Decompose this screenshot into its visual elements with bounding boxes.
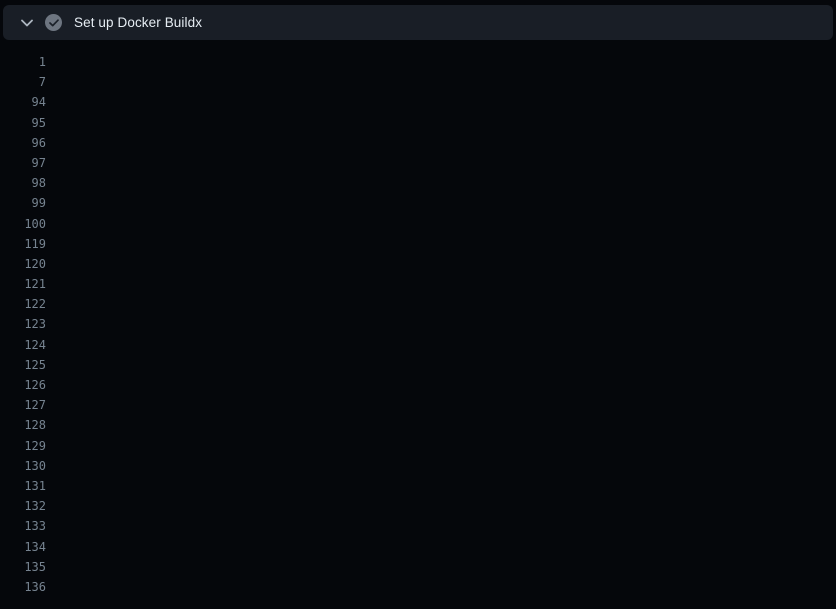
line-number[interactable]: 134	[0, 537, 46, 557]
line-number[interactable]: 95	[0, 113, 46, 133]
log-line: 134}	[0, 537, 836, 557]
line-number[interactable]: 135	[0, 557, 46, 577]
log-group-row[interactable]: 1▶Run ./	[0, 52, 836, 72]
log-viewer: 1▶Run ./ 7▶Docker info 94▼Buildx version…	[0, 40, 836, 597]
log-line: 131 "name": "builder-d9cfb5a1-c764-445a-…	[0, 476, 836, 496]
line-number[interactable]: 132	[0, 496, 46, 516]
line-number[interactable]: 136	[0, 577, 46, 597]
chevron-down-icon[interactable]	[21, 19, 33, 27]
log-line: 129 }	[0, 436, 836, 456]
line-number[interactable]: 126	[0, 375, 46, 395]
log-line: 120{	[0, 254, 836, 274]
line-number[interactable]: 120	[0, 254, 46, 274]
line-number[interactable]: 129	[0, 436, 46, 456]
check-circle-icon	[45, 14, 62, 31]
line-number[interactable]: 122	[0, 294, 46, 314]
log-line: 98/usr/bin/docker buildx create --name b…	[0, 173, 836, 193]
line-number[interactable]: 1	[0, 52, 46, 72]
line-number[interactable]: 123	[0, 314, 46, 334]
line-number[interactable]: 124	[0, 335, 46, 355]
line-number[interactable]: 99	[0, 193, 46, 213]
log-group-row[interactable]: 94▼Buildx version	[0, 92, 836, 112]
line-number[interactable]: 94	[0, 92, 46, 112]
step-title: Set up Docker Buildx	[74, 15, 202, 30]
log-group-row[interactable]: 7▶Docker info	[0, 72, 836, 92]
log-line: 130 ],	[0, 456, 836, 476]
log-line: 123 "name": "builder-d9cfb5a1-c764-445a-…	[0, 314, 836, 334]
line-number[interactable]: 121	[0, 274, 46, 294]
line-number[interactable]: 100	[0, 214, 46, 234]
line-number[interactable]: 119	[0, 234, 46, 254]
step-header[interactable]: Set up Docker Buildx	[3, 5, 833, 40]
line-number[interactable]: 7	[0, 72, 46, 92]
line-number[interactable]: 131	[0, 476, 46, 496]
line-number[interactable]: 96	[0, 133, 46, 153]
line-number[interactable]: 97	[0, 153, 46, 173]
line-number[interactable]: 125	[0, 355, 46, 375]
log-line: 95/usr/bin/docker buildx version	[0, 113, 836, 133]
log-group-row[interactable]: 119▼Inspect builder	[0, 234, 836, 254]
line-number[interactable]: 128	[0, 415, 46, 435]
log-line: 132 "driver": "docker-container",	[0, 496, 836, 516]
line-number[interactable]: 98	[0, 173, 46, 193]
log-line: 121 "nodes": [	[0, 274, 836, 294]
log-group-row[interactable]: 97▼Creating a new builder instance	[0, 153, 836, 173]
line-number[interactable]: 130	[0, 456, 46, 476]
log-line: 136builder-d9cfb5a1-c764-445a-a57e-0b19d…	[0, 577, 836, 597]
log-line: 122 {	[0, 294, 836, 314]
line-number[interactable]: 133	[0, 516, 46, 536]
log-line: 124 "endpoint": "unix:///var/run/docker.…	[0, 335, 836, 355]
log-line: 126 "buildkitd-flags": "--allow-insecure…	[0, 375, 836, 395]
log-line: 96github.com/docker/buildx 0.10.3+azure-…	[0, 133, 836, 153]
log-line: 133 "lastActivity": "2023-02-25T11:58:12…	[0, 516, 836, 536]
log-line: 99builder-d9cfb5a1-c764-445a-a57e-0b19d2…	[0, 193, 836, 213]
log-group-row[interactable]: 100▶Booting builder	[0, 214, 836, 234]
line-number[interactable]: 127	[0, 395, 46, 415]
log-line: 128 "platforms": "linux/amd64,linux/amd6…	[0, 415, 836, 435]
log-line: 127 "buildkit": "v0.11.3",	[0, 395, 836, 415]
log-group-row[interactable]: 135▼BuildKit version	[0, 557, 836, 577]
log-line: 125 "status": "running",	[0, 355, 836, 375]
